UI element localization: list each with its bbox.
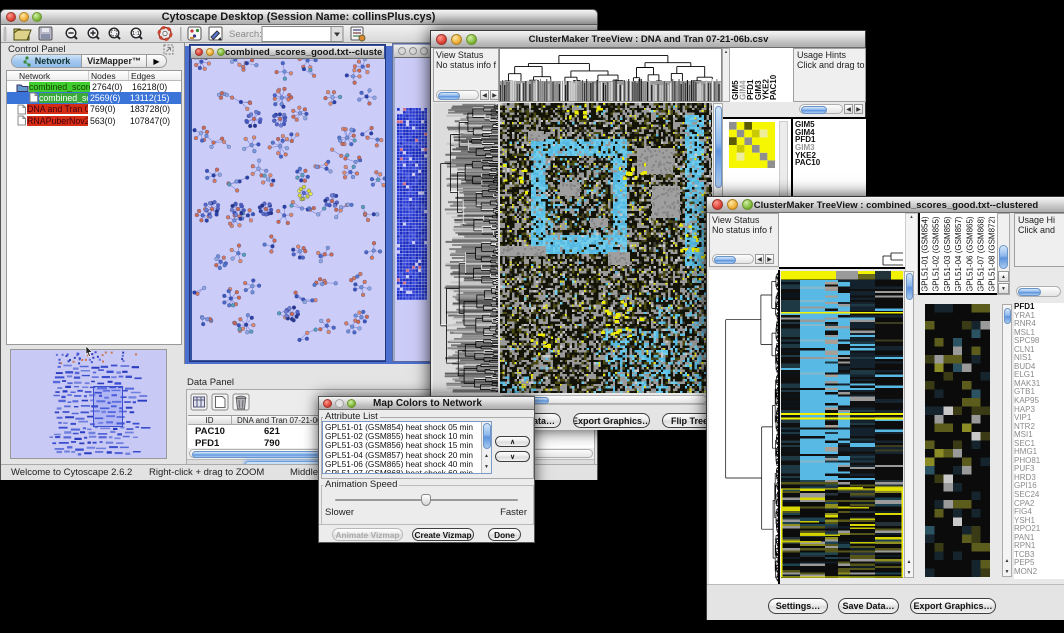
svg-text:GPL51-02 (GSM855): GPL51-02 (GSM855) [932, 216, 941, 291]
svg-text:1:1: 1:1 [132, 31, 140, 37]
svg-text:GPL51-04 (GSM857): GPL51-04 (GSM857) [954, 216, 963, 291]
svg-text:Search:: Search: [229, 29, 262, 40]
svg-text:PAC10: PAC10 [769, 74, 778, 100]
svg-text:GPL51-01 (GSM854): GPL51-01 (GSM854) [921, 216, 930, 291]
svg-text:GPL51-03 (GSM856): GPL51-03 (GSM856) [943, 216, 952, 291]
svg-text:GPL51-07 (GSM868): GPL51-07 (GSM868) [977, 216, 986, 291]
svg-text:GPL51-08 (GSM872): GPL51-08 (GSM872) [988, 216, 995, 291]
svg-text:GPL51-06 (GSM865): GPL51-06 (GSM865) [965, 216, 974, 291]
